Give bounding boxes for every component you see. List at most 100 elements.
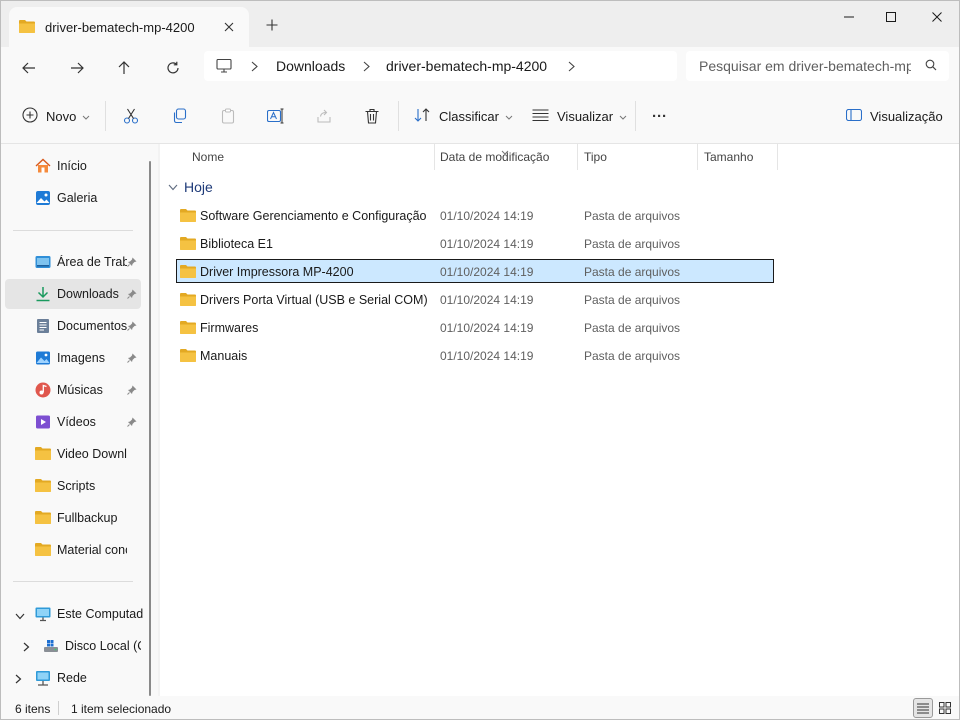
pin-icon[interactable] — [127, 320, 137, 334]
sort-icon — [414, 107, 431, 125]
sidebar-item-desktop[interactable]: Área de Trabalho — [5, 247, 141, 277]
address-bar[interactable]: Downloads driver-bematech-mp-4200 — [204, 51, 677, 81]
sidebar-item-fullbackup[interactable]: Fullbackup — [5, 503, 141, 533]
clipboard-icon — [221, 108, 235, 124]
file-name: Drivers Porta Virtual (USB e Serial COM) — [200, 293, 428, 307]
search-icon[interactable] — [925, 59, 937, 74]
chevron-down-icon[interactable] — [168, 180, 178, 194]
chevron-right-icon[interactable] — [23, 641, 30, 655]
breadcrumb-current-folder[interactable]: driver-bematech-mp-4200 — [386, 58, 547, 74]
forward-button[interactable] — [64, 55, 90, 81]
sidebar-item-label: Rede — [57, 671, 87, 685]
scissors-icon — [123, 108, 139, 124]
pin-icon[interactable] — [127, 384, 137, 398]
column-header-size[interactable]: Tamanho — [698, 144, 777, 170]
toolbar-divider — [105, 101, 106, 131]
new-button[interactable]: Novo — [22, 103, 90, 129]
folder-icon — [35, 542, 51, 558]
rename-button[interactable] — [267, 103, 285, 129]
navigation-bar: Downloads driver-bematech-mp-4200 Pesqui… — [1, 47, 959, 89]
share-button[interactable] — [316, 103, 332, 129]
column-divider[interactable] — [777, 144, 778, 170]
drive-icon — [43, 638, 59, 654]
minimize-button[interactable] — [827, 7, 871, 27]
pin-icon[interactable] — [127, 416, 137, 430]
sidebar-item-network[interactable]: Rede — [5, 663, 141, 693]
chevron-right-icon[interactable] — [15, 673, 22, 687]
sidebar-item-material-conceito[interactable]: Material conceito — [5, 535, 141, 565]
status-divider — [58, 701, 59, 715]
sidebar-item-documents[interactable]: Documentos — [5, 311, 141, 341]
sidebar-item-video-downloader[interactable]: Video Downloader — [5, 439, 141, 469]
table-row[interactable]: Biblioteca E1 01/10/2024 14:19 Pasta de … — [176, 231, 774, 255]
selection-count: 1 item selecionado — [71, 702, 172, 716]
maximize-button[interactable] — [869, 7, 913, 27]
gallery-icon — [35, 190, 51, 206]
computer-icon — [35, 606, 51, 622]
folder-icon — [35, 478, 51, 494]
sidebar-item-scripts[interactable]: Scripts — [5, 471, 141, 501]
sidebar-item-videos[interactable]: Vídeos — [5, 407, 141, 437]
preview-pane-button[interactable]: Visualização — [845, 103, 943, 129]
back-button[interactable] — [16, 55, 42, 81]
chevron-right-icon[interactable] — [251, 61, 258, 75]
sidebar-scrollbar[interactable] — [149, 161, 151, 696]
pin-icon[interactable] — [127, 352, 137, 366]
computer-icon[interactable] — [216, 58, 232, 76]
music-icon — [35, 382, 51, 398]
column-header-date[interactable]: Data de modificação — [434, 144, 577, 170]
sidebar-item-local-disk[interactable]: Disco Local (C:) — [5, 631, 141, 661]
column-header-type[interactable]: Tipo — [578, 144, 697, 170]
refresh-button[interactable] — [160, 55, 186, 81]
sort-button[interactable]: Classificar — [414, 103, 513, 129]
file-date: 01/10/2024 14:19 — [440, 237, 534, 251]
table-row[interactable]: Drivers Porta Virtual (USB e Serial COM)… — [176, 287, 774, 311]
view-button[interactable]: Visualizar — [532, 103, 627, 129]
table-row-selected[interactable]: Driver Impressora MP-4200 01/10/2024 14:… — [176, 259, 774, 283]
cut-button[interactable] — [123, 103, 139, 129]
table-row[interactable]: Manuais 01/10/2024 14:19 Pasta de arquiv… — [176, 343, 774, 367]
file-type: Pasta de arquivos — [584, 293, 681, 307]
group-header-today[interactable]: Hoje — [168, 179, 213, 195]
folder-icon — [35, 510, 51, 526]
new-tab-button[interactable] — [263, 16, 281, 34]
sidebar-item-label: Este Computador — [57, 607, 143, 621]
file-name: Firmwares — [200, 321, 259, 335]
view-label: Visualizar — [557, 108, 614, 124]
delete-button[interactable] — [364, 103, 380, 129]
folder-icon — [180, 348, 196, 365]
sidebar-item-gallery[interactable]: Galeria — [5, 183, 141, 213]
search-input[interactable]: Pesquisar em driver-bematech-mp-4200 — [686, 51, 949, 81]
tab-title: driver-bematech-mp-4200 — [45, 19, 195, 35]
table-row[interactable]: Software Gerenciamento e Configuração 01… — [176, 203, 774, 227]
pin-icon[interactable] — [127, 288, 137, 302]
details-view-button[interactable] — [913, 698, 933, 718]
file-explorer-window: driver-bematech-mp-4200 Downloads driver… — [0, 0, 960, 720]
chevron-right-icon[interactable] — [363, 61, 370, 75]
preview-label: Visualização — [870, 108, 943, 124]
column-header-name[interactable]: Nome — [186, 144, 434, 170]
copy-button[interactable] — [172, 103, 188, 129]
chevron-right-icon[interactable] — [568, 61, 575, 75]
table-row[interactable]: Firmwares 01/10/2024 14:19 Pasta de arqu… — [176, 315, 774, 339]
folder-icon — [180, 208, 196, 225]
chevron-down-icon[interactable] — [15, 609, 25, 623]
file-type: Pasta de arquivos — [584, 321, 681, 335]
breadcrumb-downloads[interactable]: Downloads — [276, 58, 345, 74]
paste-button[interactable] — [220, 103, 236, 129]
tab-driver-bematech[interactable]: driver-bematech-mp-4200 — [9, 7, 249, 47]
tiles-view-button[interactable] — [935, 698, 955, 718]
close-window-button[interactable] — [915, 7, 959, 27]
pin-icon[interactable] — [127, 256, 137, 270]
sidebar-item-this-pc[interactable]: Este Computador — [5, 599, 143, 629]
close-tab-icon[interactable] — [221, 19, 237, 35]
sidebar-item-pictures[interactable]: Imagens — [5, 343, 141, 373]
home-icon — [35, 158, 51, 174]
sidebar-item-downloads[interactable]: Downloads — [5, 279, 141, 309]
file-name: Biblioteca E1 — [200, 237, 273, 251]
up-button[interactable] — [111, 55, 137, 81]
more-options-button[interactable]: ··· — [652, 103, 667, 129]
sidebar-item-home[interactable]: Início — [5, 151, 141, 181]
sidebar-item-label: Fullbackup — [57, 511, 118, 525]
sidebar-item-music[interactable]: Músicas — [5, 375, 141, 405]
